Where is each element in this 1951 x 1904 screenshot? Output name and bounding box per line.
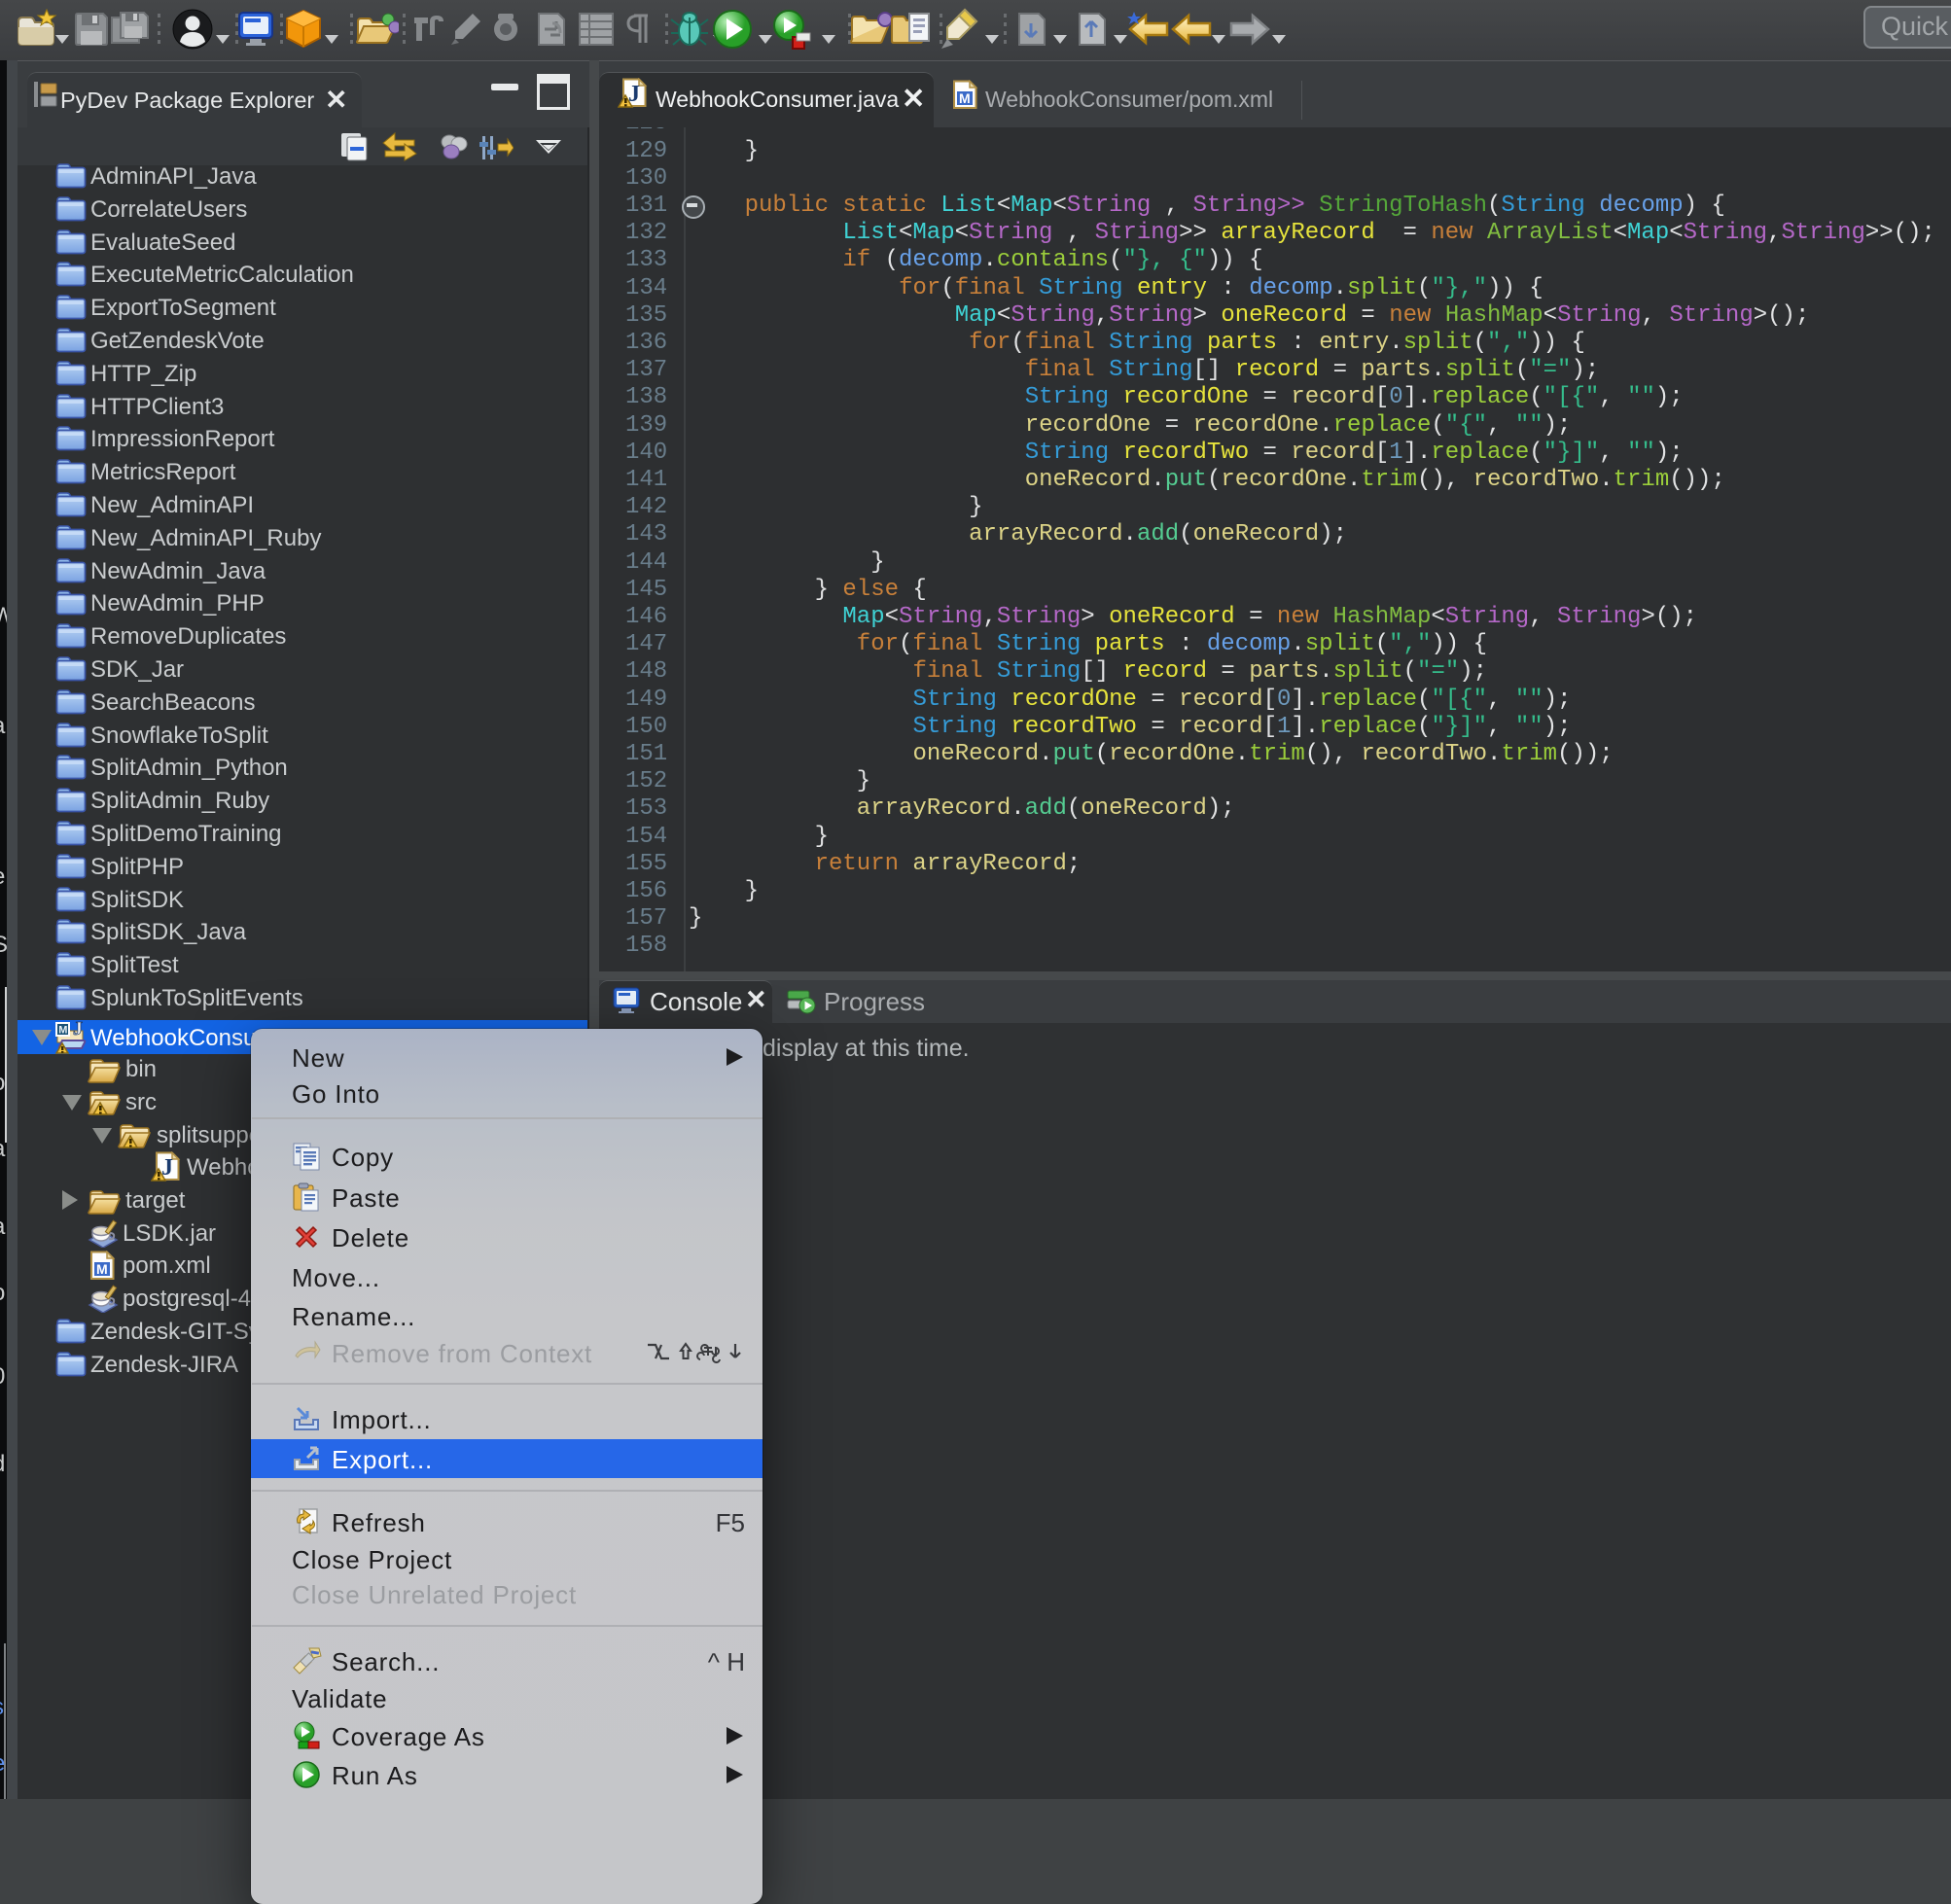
svg-text:M: M (58, 1025, 67, 1037)
svg-text:J: J (73, 1021, 83, 1040)
svg-text:M: M (96, 1261, 108, 1277)
svg-text:M: M (959, 90, 971, 106)
